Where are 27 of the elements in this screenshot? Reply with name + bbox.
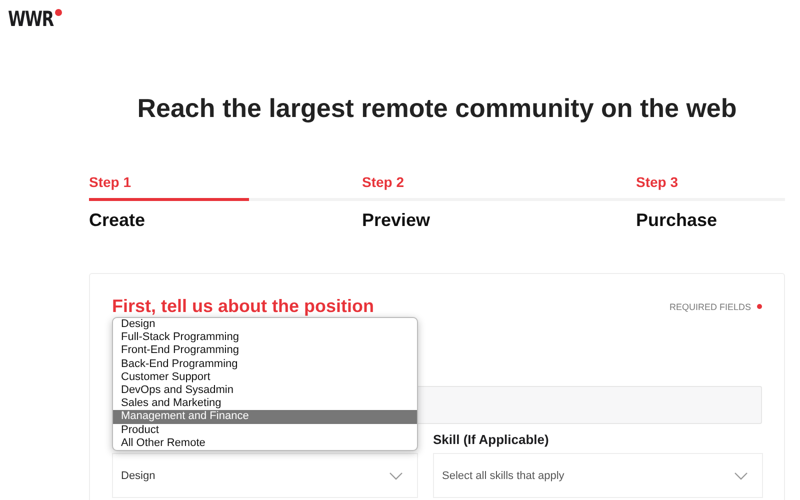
dropdown-option[interactable]: Product <box>113 424 417 437</box>
dropdown-option[interactable]: Management and Finance <box>113 410 417 424</box>
dropdown-option[interactable]: Design <box>113 318 417 332</box>
dropdown-option[interactable]: All Other Remote <box>113 436 417 450</box>
step-label: Step 3 <box>636 174 680 192</box>
step-label: Step 2 <box>362 174 406 192</box>
step-title: Purchase <box>636 210 718 231</box>
logo-dot-icon <box>55 9 62 16</box>
step-title: Create <box>89 210 146 231</box>
category-select[interactable]: Design <box>112 453 418 498</box>
form-title: First, tell us about the position <box>112 296 374 317</box>
skill-select[interactable]: Select all skills that apply <box>433 453 763 498</box>
step-title: Preview <box>362 210 432 231</box>
dropdown-option[interactable]: Back-End Programming <box>113 358 417 371</box>
required-note: REQUIRED FIELDS <box>669 302 751 312</box>
dropdown-option[interactable]: Full-Stack Programming <box>113 331 417 344</box>
chevron-down-icon <box>734 472 748 480</box>
logo[interactable]: WWR <box>8 7 54 31</box>
page-heading: Reach the largest remote community on the web <box>136 92 738 124</box>
skill-label: Skill (If Applicable) <box>433 432 550 449</box>
dropdown-option[interactable]: DevOps and Sysadmin <box>113 384 417 398</box>
chevron-down-icon <box>389 472 403 480</box>
dropdown-option[interactable]: Customer Support <box>113 370 417 384</box>
step-label: Step 1 <box>89 174 132 192</box>
dropdown-option[interactable]: Front-End Programming <box>113 344 417 358</box>
required-dot-icon <box>757 304 762 309</box>
dropdown-option[interactable]: Sales and Marketing <box>113 397 417 410</box>
